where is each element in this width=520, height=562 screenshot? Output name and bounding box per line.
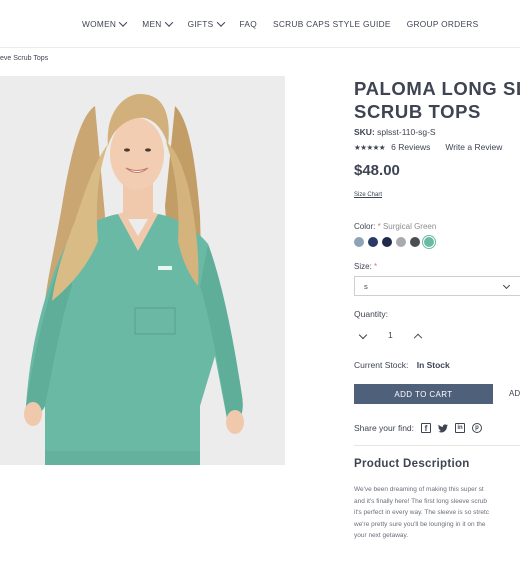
description-line: and it's finally here! The first long sl… xyxy=(354,497,487,505)
reviews-link[interactable]: 6 Reviews xyxy=(391,142,430,152)
chevron-down-icon xyxy=(502,281,511,290)
description-line: we're pretty sure you'll be lounging in … xyxy=(354,520,486,528)
size-label-text: Size: xyxy=(354,262,372,271)
size-select-value: s xyxy=(364,282,368,291)
product-title-line2: SCRUB TOPS xyxy=(354,101,481,122)
color-label: Color: * Surgical Green xyxy=(354,222,436,231)
stock-label: Current Stock: xyxy=(354,360,409,370)
description-line: it's perfect in every way. The sleeve is… xyxy=(354,509,490,516)
linkedin-icon[interactable]: in xyxy=(455,423,466,433)
top-navigation: WOMEN MEN GIFTS FAQ SCRUB CAPS STYLE GUI… xyxy=(0,0,520,48)
color-swatch[interactable] xyxy=(410,237,420,247)
product-image[interactable] xyxy=(0,76,285,465)
quantity-label: Quantity: xyxy=(354,309,389,319)
size-select[interactable]: s xyxy=(354,276,520,296)
stock-status: Current Stock: In Stock xyxy=(354,360,450,370)
share-icons: f in p xyxy=(421,423,483,433)
nav-items: WOMEN MEN GIFTS FAQ SCRUB CAPS STYLE GUI… xyxy=(82,18,494,29)
sku-value: splsst-110-sg-S xyxy=(377,127,436,137)
chevron-down-icon xyxy=(216,18,225,27)
nav-item-label: MEN xyxy=(142,19,162,29)
size-chart-link[interactable]: Size Chart xyxy=(354,192,382,198)
description-divider xyxy=(354,445,520,446)
color-swatch[interactable] xyxy=(382,237,392,247)
color-swatch[interactable] xyxy=(354,237,364,247)
nav-item-label: SCRUB CAPS STYLE GUIDE xyxy=(273,19,391,29)
quantity-decrease-icon[interactable] xyxy=(358,330,368,340)
share-label: Share your find: xyxy=(354,423,415,433)
nav-item-label: WOMEN xyxy=(82,19,117,29)
nav-item-scrub-caps-style-guide[interactable]: SCRUB CAPS STYLE GUIDE xyxy=(273,19,391,29)
description-text: We've been dreaming of making this super… xyxy=(354,484,520,542)
star-rating-icon: ★★★★★ xyxy=(354,142,386,152)
nav-item-men[interactable]: MEN xyxy=(142,18,173,29)
pinterest-icon[interactable]: p xyxy=(472,423,483,433)
chevron-down-icon xyxy=(118,18,128,27)
nav-item-gifts[interactable]: GIFTS xyxy=(187,18,225,29)
color-value: Surgical Green xyxy=(382,222,437,231)
quantity-stepper: 1 xyxy=(358,330,422,343)
nav-item-label: FAQ xyxy=(239,19,258,29)
product-title: PALOMA LONG SL SCRUB TOPS xyxy=(354,77,520,123)
write-review-link[interactable]: Write a Review xyxy=(445,142,502,152)
quantity-increase-icon[interactable] xyxy=(413,333,422,343)
size-label: Size: * xyxy=(354,262,377,271)
description-line: your next getaway. xyxy=(354,532,409,539)
product-price: $48.00 xyxy=(354,162,400,179)
share-row: Share your find: f in p xyxy=(354,423,483,433)
color-swatch[interactable] xyxy=(368,237,378,247)
sku: SKU: splsst-110-sg-S xyxy=(354,127,436,137)
add-to-wishlist-button[interactable]: AD xyxy=(509,389,520,398)
color-label-text: Color: xyxy=(354,222,376,231)
nav-item-label: GROUP ORDERS xyxy=(406,19,479,29)
nav-item-label: GIFTS xyxy=(187,19,214,29)
product-title-line1: PALOMA LONG SL xyxy=(354,78,520,99)
color-swatch[interactable] xyxy=(396,237,406,247)
nav-item-faq[interactable]: FAQ xyxy=(240,19,258,29)
required-marker: * xyxy=(374,262,378,271)
stock-value: In Stock xyxy=(416,360,450,370)
facebook-icon[interactable]: f xyxy=(421,423,432,433)
model-photo xyxy=(0,76,285,465)
add-to-cart-button[interactable]: ADD TO CART xyxy=(354,384,493,404)
nav-item-women[interactable]: WOMEN xyxy=(82,18,128,29)
color-swatches xyxy=(354,237,434,247)
description-title: Product Description xyxy=(354,458,470,470)
nav-item-group-orders[interactable]: GROUP ORDERS xyxy=(407,19,479,29)
required-marker: * xyxy=(377,222,381,231)
breadcrumb[interactable]: eve Scrub Tops xyxy=(0,55,48,62)
color-swatch-selected[interactable] xyxy=(424,237,434,247)
description-line: We've been dreaming of making this super… xyxy=(354,486,484,493)
rating-row: ★★★★★ 6 Reviews Write a Review xyxy=(354,142,502,152)
chevron-down-icon xyxy=(164,18,173,27)
quantity-input[interactable]: 1 xyxy=(388,330,393,340)
sku-label: SKU: xyxy=(354,127,375,137)
twitter-icon[interactable] xyxy=(438,423,449,433)
